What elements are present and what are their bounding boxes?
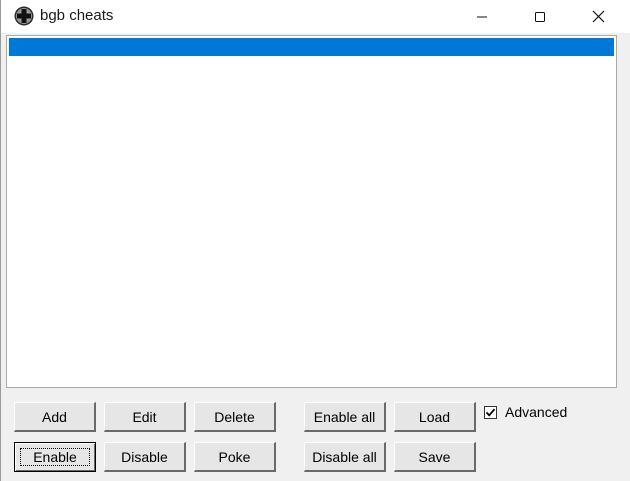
cheat-row[interactable]: 01FF96CB S-E (CB96)=FF [9,38,614,90]
delete-button[interactable]: Delete [194,402,276,432]
advanced-label: Advanced [505,404,568,420]
maximize-button[interactable] [517,0,563,33]
maximize-icon [535,11,545,22]
minimize-button[interactable] [459,0,505,33]
advanced-checkbox[interactable]: Advanced [484,403,567,421]
checkmark-icon [485,408,496,417]
add-button[interactable]: Add [14,402,96,432]
enable-all-button[interactable]: Enable all [304,402,386,432]
edit-button[interactable]: Edit [104,402,186,432]
poke-button[interactable]: Poke [194,442,276,472]
save-button[interactable]: Save [394,442,476,472]
close-icon [592,10,604,23]
close-button[interactable] [575,0,621,33]
window-title: bgb cheats [40,7,114,24]
enable-button[interactable]: Enable [14,442,96,472]
minimize-icon [477,16,487,17]
disable-all-button[interactable]: Disable all [304,442,386,472]
cheat-code: 01FF96CB [19,58,77,72]
load-button[interactable]: Load [394,402,476,432]
cheats-window: bgb cheats 01FF96CB S-E (CB96)=FF Add Ed… [0,0,630,481]
cheat-description: S-E (CB96)=FF [131,76,225,90]
checkbox-box[interactable] [484,405,497,419]
cheat-list[interactable]: 01FF96CB S-E (CB96)=FF [6,35,617,388]
disable-button[interactable]: Disable [104,442,186,472]
gamepad-dpad-icon [14,6,34,26]
title-bar[interactable]: bgb cheats [1,0,630,33]
enable-button-label: Enable [20,448,90,466]
